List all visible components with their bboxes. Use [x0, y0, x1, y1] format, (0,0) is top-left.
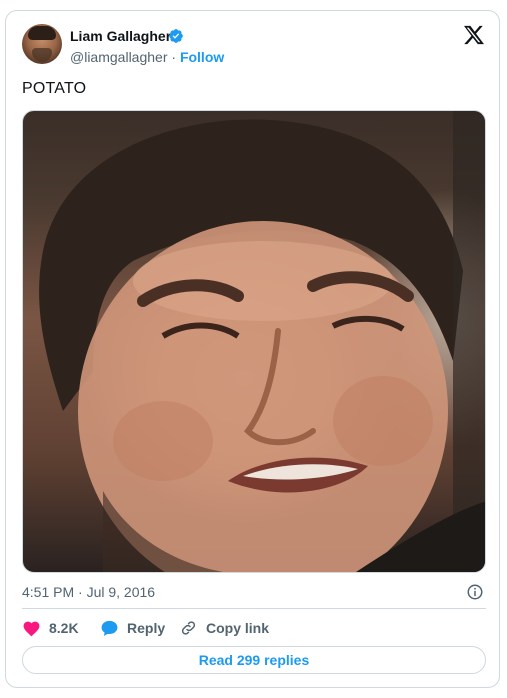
x-logo-icon[interactable]	[463, 25, 485, 45]
avatar[interactable]	[22, 24, 62, 64]
speech-bubble-icon	[101, 620, 118, 636]
follow-link[interactable]: Follow	[180, 49, 224, 65]
reply-button[interactable]: Reply	[100, 618, 165, 638]
info-icon[interactable]	[466, 583, 484, 601]
heart-icon	[23, 621, 40, 637]
embedded-tweet-card: Liam Gallagher @liamgallagher · Follow P…	[5, 10, 500, 688]
separator-dot: ·	[167, 49, 180, 65]
read-replies-button[interactable]: Read 299 replies	[22, 646, 486, 674]
divider	[22, 608, 486, 609]
tweet-media-image[interactable]	[22, 110, 486, 573]
link-icon	[181, 621, 196, 635]
like-count: 8.2K	[49, 620, 79, 636]
verified-badge-icon	[169, 29, 183, 43]
tweet-text: POTATO	[22, 80, 87, 97]
face-photo-illustration	[39, 111, 485, 572]
author-display-name[interactable]: Liam Gallagher	[70, 28, 171, 44]
reply-label: Reply	[127, 620, 166, 636]
tweet-timestamp[interactable]: 4:51 PM · Jul 9, 2016	[22, 584, 155, 600]
author-handle[interactable]: @liamgallagher	[70, 49, 167, 65]
author-handle-row: @liamgallagher · Follow	[70, 49, 224, 65]
copy-link-label: Copy link	[206, 620, 270, 636]
like-button[interactable]: 8.2K	[22, 618, 79, 638]
copy-link-button[interactable]: Copy link	[179, 618, 269, 638]
